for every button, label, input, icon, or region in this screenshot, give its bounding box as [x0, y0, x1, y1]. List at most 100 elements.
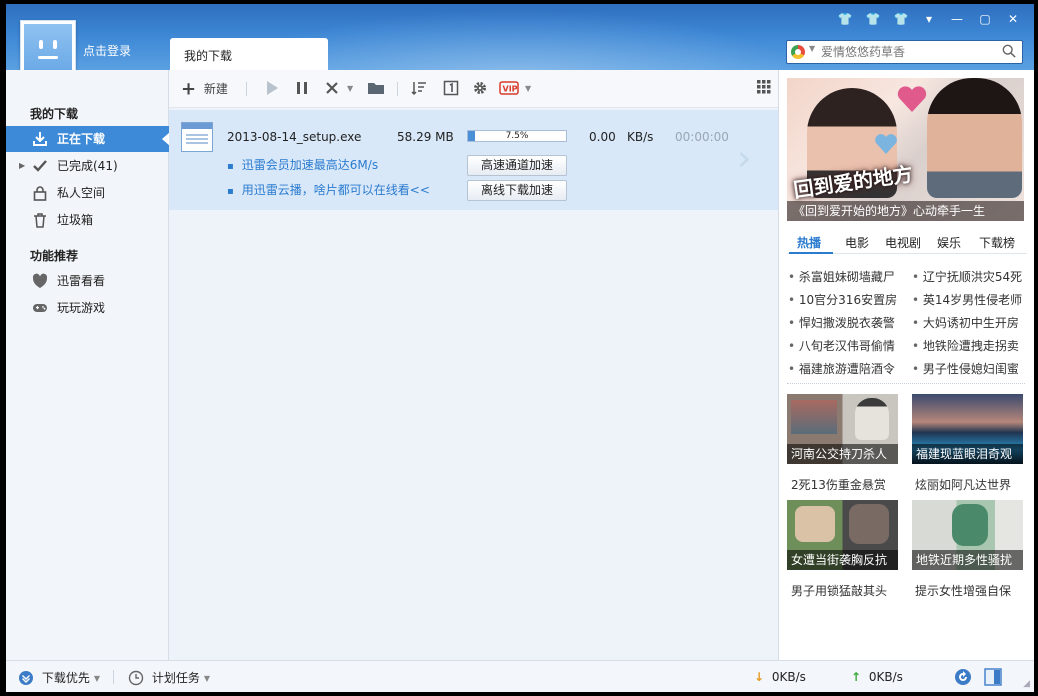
sidebar-item-label: 已完成(41) [57, 159, 118, 173]
news-link[interactable]: 大妈诱初中生开房 [912, 314, 1019, 331]
sidebar-item-label: 迅雷看看 [57, 274, 106, 288]
news-link[interactable]: 杀富姐妹砌墙藏尸 [788, 268, 895, 285]
thumbnail-caption: 女遭当街袭胸反抗 [787, 550, 898, 570]
people-image [952, 504, 988, 546]
high-speed-channel-button[interactable]: 高速通道加速 [467, 155, 567, 176]
chevron-down-icon[interactable]: ▼ [809, 44, 815, 53]
download-main: + 新建 ▼ VIP ▼ 2013-08-14_setup.exe 58.29 … [169, 70, 778, 660]
thumbnail-subtitle[interactable]: 2死13伤重金悬赏 [791, 476, 886, 493]
resize-grip-icon[interactable]: ◢ [1023, 679, 1030, 689]
search-box: ▼ [786, 40, 1023, 64]
sidebar-item-trash[interactable]: 垃圾箱 [6, 207, 169, 233]
news-thumbnail[interactable]: 女遭当街袭胸反抗 [787, 500, 898, 570]
delete-options-dropdown-icon[interactable]: ▼ [347, 80, 353, 98]
chevron-right-icon[interactable]: › [737, 138, 751, 179]
download-speed-indicator: ↓ 0KB/s [754, 669, 806, 685]
avatar[interactable] [20, 20, 76, 76]
sidebar-item-label: 正在下载 [57, 132, 106, 146]
toggle-panel-button[interactable] [984, 668, 1002, 690]
vip-speedup-link[interactable]: 迅雷会员加速最高达6M/s [227, 156, 378, 173]
news-link[interactable]: 八旬老汉伟哥偷情 [788, 337, 895, 354]
right-panel: 回到爱的地方 《回到爱开始的地方》心动牵手一生 热播 电影 电视剧 娱乐 下载榜… [778, 70, 1034, 660]
avatar-eye-icon [39, 40, 43, 49]
view-mode-button[interactable] [757, 80, 771, 98]
download-priority-button[interactable]: 下载优先 ▼ [18, 669, 100, 687]
check-icon [33, 160, 47, 172]
task-size: 58.29 MB [397, 130, 454, 144]
thumbnail-subtitle[interactable]: 提示女性增强自保 [915, 582, 1011, 599]
refresh-icon [955, 669, 971, 685]
minimize-icon[interactable]: — [946, 10, 968, 28]
upload-speed-indicator: ↑ 0KB/s [851, 669, 903, 685]
open-folder-button[interactable] [367, 80, 385, 98]
task-progress-text: 7.5% [505, 131, 529, 141]
gear-icon [474, 82, 486, 94]
status-separator [113, 670, 114, 684]
skin-shirt-green-icon[interactable]: 👕 [862, 10, 884, 28]
tab-hot[interactable]: 热播 [797, 234, 821, 251]
tab-movie[interactable]: 电影 [845, 234, 869, 251]
maximize-icon[interactable]: ▢ [974, 10, 996, 28]
single-task-button[interactable] [443, 80, 459, 98]
news-link[interactable]: 男子性侵媳妇闺蜜 [912, 360, 1019, 377]
plus-icon: + [181, 78, 197, 100]
download-icon [33, 132, 47, 146]
task-row[interactable]: 2013-08-14_setup.exe 58.29 MB 7.5% 0.00 … [169, 110, 778, 210]
thumbnail-subtitle[interactable]: 炫丽如阿凡达世界 [915, 476, 1011, 493]
close-icon[interactable]: ✕ [1002, 10, 1024, 28]
news-thumbnail[interactable]: 河南公交持刀杀人 [787, 394, 898, 464]
news-link[interactable]: 10官分316安置房 [788, 291, 897, 308]
new-task-button[interactable]: + 新建 [181, 80, 228, 98]
news-link[interactable]: 辽宁抚顺洪灾54死 [912, 268, 1022, 285]
sidebar-item-label: 垃圾箱 [57, 213, 94, 227]
news-thumbnail[interactable]: 福建现蓝眼泪奇观 [912, 394, 1023, 464]
skin-shirt-icon[interactable]: 👕 [834, 10, 856, 28]
settings-button[interactable] [472, 80, 488, 98]
sidebar-item-games[interactable]: 玩玩游戏 [6, 295, 169, 321]
news-link[interactable]: 悍妇撒泼脱衣袭警 [788, 314, 895, 331]
sidebar-item-completed[interactable]: ▶ 已完成(41) [6, 153, 169, 179]
thumbnail-subtitle[interactable]: 男子用锁猛敲其头 [791, 582, 887, 599]
schedule-label: 计划任务 [151, 670, 200, 685]
skin-shirt-white-icon[interactable]: 👕 [890, 10, 912, 28]
sidebar-item-private-space[interactable]: 私人空间 [6, 180, 169, 206]
sidebar-item-label: 玩玩游戏 [57, 301, 106, 315]
tab-my-downloads[interactable]: 我的下载 [170, 38, 328, 70]
expand-arrow-icon[interactable]: ▶ [19, 153, 25, 179]
news-link[interactable]: 地铁险遭拽走拐卖 [912, 337, 1019, 354]
search-input[interactable] [821, 43, 991, 61]
news-thumbnail[interactable]: 地铁近期多性骚扰 [912, 500, 1023, 570]
menu-dropdown-icon[interactable]: ▾ [918, 10, 940, 28]
video-tabs: 热播 电影 电视剧 娱乐 下载榜 [787, 230, 1027, 254]
tab-entertainment[interactable]: 娱乐 [937, 234, 961, 251]
sort-icon [411, 82, 426, 96]
header-bar: 点击登录 我的下载 👕 👕 👕 ▾ — ▢ ✕ ▼ [6, 4, 1034, 76]
start-button[interactable] [265, 80, 279, 98]
pause-button[interactable] [295, 80, 309, 98]
vip-dropdown-icon[interactable]: ▼ [525, 80, 531, 98]
task-progress-bar: 7.5% [467, 130, 567, 142]
sidebar-item-xunlei-kankan[interactable]: 迅雷看看 [6, 268, 169, 294]
trash-icon [34, 213, 46, 228]
news-link[interactable]: 福建旅游遭陪酒令 [788, 360, 895, 377]
scheduled-task-button[interactable]: 计划任务 ▼ [128, 669, 210, 687]
tab-tv[interactable]: 电视剧 [885, 234, 921, 251]
login-link[interactable]: 点击登录 [83, 42, 131, 59]
sidebar-item-downloading[interactable]: 正在下载 [6, 126, 170, 152]
delete-button[interactable] [325, 80, 339, 98]
tab-download-chart[interactable]: 下载榜 [979, 234, 1015, 251]
search-icon[interactable] [1002, 44, 1016, 58]
status-bar: 下载优先 ▼ 计划任务 ▼ ↓ 0KB/s ↑ 0KB/s ◢ [6, 660, 1034, 692]
task-list: 2013-08-14_setup.exe 58.29 MB 7.5% 0.00 … [169, 108, 778, 660]
search-engine-icon[interactable] [791, 45, 805, 59]
sort-button[interactable] [411, 80, 427, 98]
thumbnail-caption: 地铁近期多性骚扰 [912, 550, 1023, 570]
offline-download-button[interactable]: 离线下载加速 [467, 180, 567, 201]
vip-button[interactable]: VIP [499, 80, 521, 98]
play-icon [267, 81, 278, 95]
refresh-button[interactable] [954, 668, 972, 690]
cloud-play-link[interactable]: 用迅雷云播，啥片都可以在线看<< [227, 181, 430, 198]
movie-banner[interactable]: 回到爱的地方 《回到爱开始的地方》心动牵手一生 [787, 78, 1024, 221]
divider [787, 383, 1025, 384]
news-link[interactable]: 英14岁男性侵老师 [912, 291, 1022, 308]
